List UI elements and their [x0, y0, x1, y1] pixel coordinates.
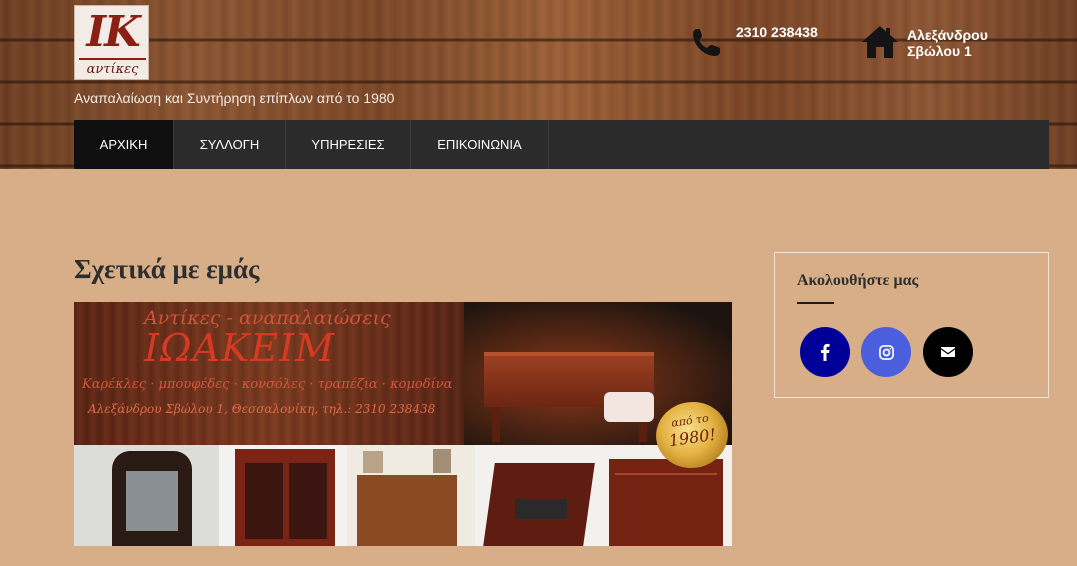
logo-subtitle: αντίκες — [86, 62, 139, 77]
facebook-icon — [821, 343, 830, 361]
mirror-glass — [126, 471, 178, 531]
sideboard-trim — [615, 473, 717, 475]
chair-seat — [604, 392, 654, 422]
address-line-2: Σβώλου 1 — [907, 43, 972, 59]
thumb-cabinet — [219, 445, 347, 546]
logo-letters: IK — [86, 7, 140, 56]
about-banner-image: Αντίκες - αναπαλαιώσεις ΙΩΑΚΕΙΜ Καρέκλες… — [74, 302, 732, 546]
nav-item-contact[interactable]: ΕΠΙΚΟΙΝΩΝΙΑ — [411, 120, 549, 169]
desk-writing-surface — [515, 499, 567, 519]
dresser-frame — [433, 449, 451, 473]
nav-item-collection[interactable]: ΣΥΛΛΟΓΗ — [174, 120, 286, 169]
header-phone[interactable]: 2310 238438 — [736, 24, 818, 40]
header-address: Αλεξάνδρου Σβώλου 1 — [907, 27, 1017, 59]
page-title: Σχετικά με εμάς — [74, 254, 260, 284]
thumb-mirror — [74, 445, 219, 546]
dresser-body — [357, 475, 457, 546]
site-logo[interactable]: IK αντίκες — [74, 5, 149, 80]
email-button[interactable] — [923, 327, 973, 377]
banner-thumbnails — [74, 445, 732, 546]
thumb-dresser — [347, 445, 475, 546]
nav-item-services[interactable]: ΥΠΗΡΕΣΙΕΣ — [286, 120, 411, 169]
envelope-icon — [941, 347, 955, 357]
widget-title-underline — [797, 302, 834, 304]
logo-divider — [79, 58, 146, 60]
banner-line-4: Αλεξάνδρου Σβώλου 1, Θεσσαλονίκη, τηλ.: … — [88, 402, 436, 416]
facebook-button[interactable] — [800, 327, 850, 377]
cabinet-glass-left — [245, 463, 283, 539]
home-icon — [862, 26, 898, 58]
site-header: IK αντίκες Αναπαλαίωση και Συντήρηση επί… — [0, 0, 1077, 169]
banner-line-2: ΙΩΑΚΕΙΜ — [144, 326, 336, 370]
desk-leg — [492, 407, 500, 442]
instagram-button[interactable] — [861, 327, 911, 377]
follow-us-widget: Ακολουθήστε μας — [774, 252, 1049, 398]
phone-icon — [693, 29, 720, 56]
cabinet-glass-right — [289, 463, 327, 539]
thumb-desk — [475, 445, 603, 546]
instagram-icon — [878, 344, 894, 360]
address-line-1: Αλεξάνδρου — [907, 27, 988, 43]
site-tagline: Αναπαλαίωση και Συντήρηση επίπλων από το… — [74, 90, 395, 106]
nav-item-home[interactable]: ΑΡΧΙΚΗ — [74, 120, 174, 169]
main-nav: ΑΡΧΙΚΗ ΣΥΛΛΟΓΗ ΥΠΗΡΕΣΙΕΣ ΕΠΙΚΟΙΝΩΝΙΑ — [74, 120, 1049, 169]
banner-line-3: Καρέκλες · μπουφέδες · κονσόλες · τραπέζ… — [82, 377, 453, 392]
dresser-frame — [363, 451, 383, 473]
widget-title: Ακολουθήστε μας — [797, 272, 919, 289]
